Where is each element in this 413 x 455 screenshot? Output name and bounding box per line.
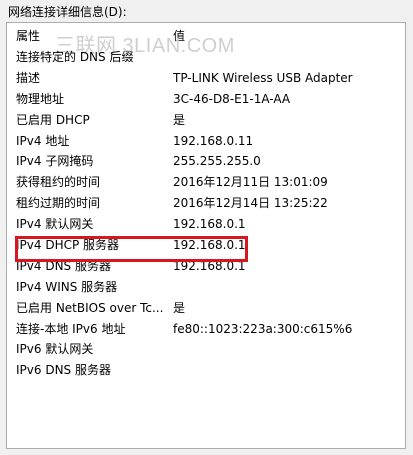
row-property-label: 获得租约的时间 — [16, 175, 101, 190]
table-row[interactable]: 获得租约的时间 2016年12月11日 13:01:09 — [7, 172, 405, 193]
row-value-text: TP-LINK Wireless USB Adapter — [173, 70, 353, 85]
table-row[interactable]: IPv4 DNS 服务器 192.168.0.1 — [7, 256, 405, 277]
row-property-label: 已启用 DHCP — [16, 112, 90, 127]
column-header-property[interactable]: 属性 — [16, 27, 40, 44]
table-row[interactable]: IPv4 地址 192.168.0.11 — [7, 131, 405, 152]
row-value-text: 是 — [173, 112, 186, 127]
row-value-text: 是 — [173, 300, 186, 315]
row-property-label: IPv4 WINS 服务器 — [16, 279, 118, 294]
table-row[interactable]: 已启用 NetBIOS over Tc... 是 — [7, 298, 405, 319]
row-property-label: IPv4 DNS 服务器 — [16, 258, 111, 273]
row-property-label: IPv6 默认网关 — [16, 342, 94, 357]
table-row[interactable]: IPv6 默认网关 — [7, 339, 405, 360]
row-value-text: 2016年12月11日 13:01:09 — [173, 175, 328, 190]
row-property-label: IPv4 子网掩码 — [16, 154, 94, 169]
table-row[interactable]: IPv4 WINS 服务器 — [7, 277, 405, 298]
table-row[interactable]: 已启用 DHCP 是 — [7, 110, 405, 131]
row-value-text: 255.255.255.0 — [173, 154, 261, 169]
row-property-label: 租约过期的时间 — [16, 196, 101, 211]
list-header: 属性 值 — [7, 27, 405, 47]
table-row[interactable]: 物理地址 3C-46-D8-E1-1A-AA — [7, 89, 405, 110]
row-value-text: 192.168.0.1 — [173, 258, 246, 273]
row-property-label: 物理地址 — [16, 91, 65, 106]
table-row[interactable]: IPv4 默认网关 192.168.0.1 — [7, 214, 405, 235]
row-property-label: 已启用 NetBIOS over Tc... — [16, 300, 164, 315]
row-property-label: 连接-本地 IPv6 地址 — [16, 321, 126, 336]
row-property-label: 连接特定的 DNS 后缀 — [16, 50, 134, 64]
row-value-text: 2016年12月14日 13:25:22 — [173, 196, 328, 211]
row-value-text: 192.168.0.1 — [173, 238, 246, 253]
table-row[interactable]: 连接特定的 DNS 后缀 — [7, 47, 405, 68]
table-row[interactable]: 描述 TP-LINK Wireless USB Adapter — [7, 68, 405, 89]
details-list[interactable]: 属性 值 三联网 3LIAN.COM 连接特定的 DNS 后缀 描述 TP-LINK… — [6, 22, 406, 449]
details-section-label: 网络连接详细信息(D): — [8, 5, 127, 19]
network-connection-details-dialog: 网络连接详细信息(D): 属性 值 三联网 3LIAN.COM 连接特定的 DN… — [0, 0, 413, 455]
table-row[interactable]: IPv4 子网掩码 255.255.255.0 — [7, 151, 405, 172]
row-value-text: 192.168.0.1 — [173, 217, 246, 232]
row-property-label: IPv4 默认网关 — [16, 217, 94, 232]
row-property-label: 描述 — [16, 70, 41, 85]
column-header-value[interactable]: 值 — [173, 27, 185, 44]
row-value-text: 192.168.0.11 — [173, 133, 254, 148]
table-row[interactable]: IPv6 DNS 服务器 — [7, 360, 405, 381]
table-row[interactable]: 连接-本地 IPv6 地址 fe80::1023:223a:300:c615%6 — [7, 319, 405, 340]
table-row[interactable]: 租约过期的时间 2016年12月14日 13:25:22 — [7, 193, 405, 214]
details-rows: 连接特定的 DNS 后缀 描述 TP-LINK Wireless USB Adapt… — [7, 47, 405, 381]
row-property-label: IPv6 DNS 服务器 — [16, 363, 111, 378]
row-value-text: 3C-46-D8-E1-1A-AA — [173, 91, 291, 106]
table-row[interactable]: IPv4 DHCP 服务器 192.168.0.1 — [7, 235, 405, 256]
row-property-label: IPv4 DHCP 服务器 — [16, 238, 120, 253]
row-value-text: fe80::1023:223a:300:c615%6 — [173, 321, 353, 336]
row-property-label: IPv4 地址 — [16, 133, 70, 148]
